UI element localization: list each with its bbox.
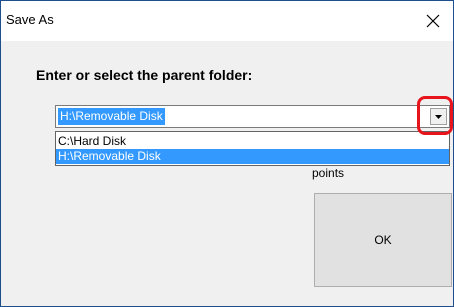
- folder-prompt-heading: Enter or select the parent folder:: [36, 67, 253, 83]
- combobox-selected-value: H:\Removable Disk: [58, 108, 165, 125]
- save-as-dialog: Save As Enter or select the parent folde…: [0, 0, 454, 307]
- ok-button-label: OK: [374, 233, 392, 247]
- close-button[interactable]: [413, 1, 453, 41]
- ok-button[interactable]: OK: [314, 193, 452, 287]
- parent-folder-combobox[interactable]: H:\Removable Disk: [55, 105, 450, 128]
- close-icon: [426, 14, 440, 28]
- list-item-hard-disk[interactable]: C:\Hard Disk: [56, 134, 449, 149]
- title-bar: Save As: [1, 1, 453, 41]
- dialog-title: Save As: [6, 12, 54, 27]
- list-item-removable-disk[interactable]: H:\Removable Disk: [56, 149, 449, 164]
- partially-hidden-label: points: [312, 166, 345, 180]
- folder-dropdown-list: C:\Hard Disk H:\Removable Disk: [55, 131, 450, 166]
- dropdown-arrow-icon: [435, 114, 442, 119]
- dropdown-button[interactable]: [430, 108, 447, 125]
